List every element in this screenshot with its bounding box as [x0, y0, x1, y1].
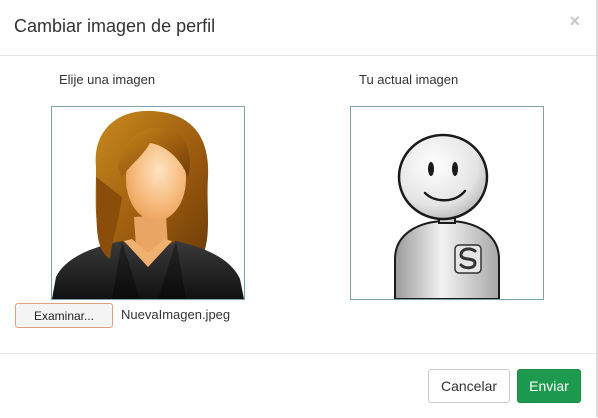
dialog-header: Cambiar imagen de perfil ×	[0, 0, 596, 56]
new-image-preview	[51, 106, 245, 300]
close-icon[interactable]: ×	[569, 12, 580, 30]
robot-avatar-image	[351, 107, 543, 299]
send-button[interactable]: Enviar	[517, 369, 581, 403]
cancel-button[interactable]: Cancelar	[428, 369, 510, 403]
woman-avatar-image	[52, 107, 244, 299]
selected-file-name: NuevaImagen.jpeg	[121, 307, 231, 322]
change-profile-image-dialog: Cambiar imagen de perfil × Elije una ima…	[0, 0, 598, 417]
current-image-label: Tu actual imagen	[359, 72, 459, 87]
choose-image-label: Elije una imagen	[59, 72, 156, 87]
browse-file-button[interactable]: Examinar...	[15, 303, 113, 328]
dialog-title: Cambiar imagen de perfil	[14, 16, 216, 36]
current-image-preview	[350, 106, 544, 300]
